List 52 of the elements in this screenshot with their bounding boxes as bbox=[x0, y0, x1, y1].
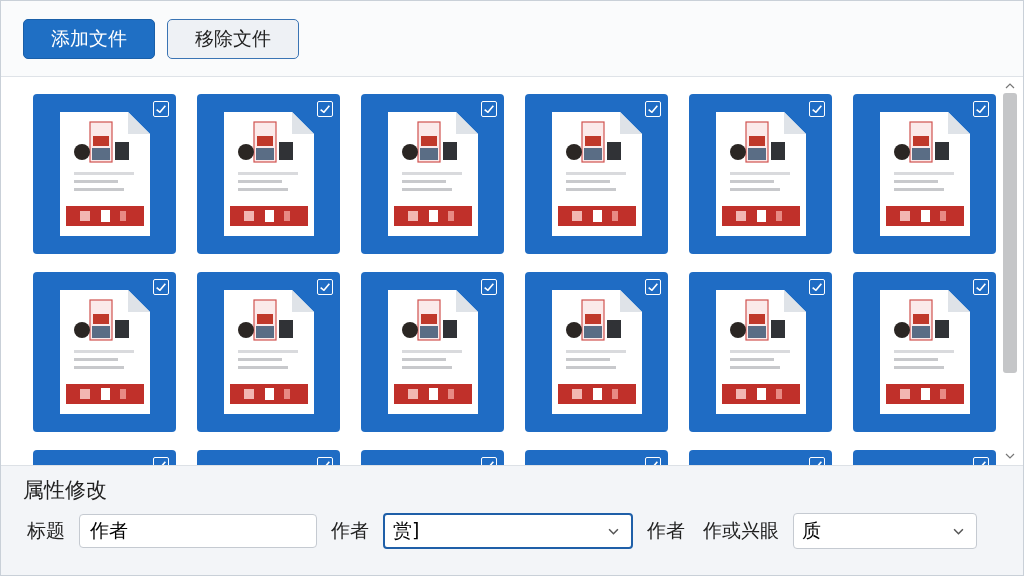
file-tile[interactable] bbox=[689, 94, 832, 254]
file-tile[interactable] bbox=[853, 272, 996, 432]
checkbox[interactable] bbox=[153, 279, 169, 295]
checkbox[interactable] bbox=[481, 279, 497, 295]
toolbar-button[interactable]: 移除文件 bbox=[167, 18, 299, 59]
checkbox[interactable] bbox=[973, 279, 989, 295]
section-title: 属性修改 bbox=[23, 477, 108, 504]
checkmark-icon bbox=[812, 105, 822, 113]
checkmark-icon bbox=[484, 105, 494, 113]
checkbox[interactable] bbox=[153, 101, 169, 117]
checkmark-icon bbox=[976, 283, 986, 291]
checkmark-icon bbox=[976, 105, 986, 113]
checkbox[interactable] bbox=[973, 101, 989, 117]
checkmark-icon bbox=[648, 283, 658, 291]
text-field[interactable]: 作者 bbox=[79, 514, 317, 548]
checkmark-icon bbox=[648, 105, 658, 113]
checkmark-icon bbox=[484, 283, 494, 291]
field-label: 作者 bbox=[647, 518, 685, 543]
checkbox[interactable] bbox=[645, 279, 661, 295]
checkbox[interactable] bbox=[645, 101, 661, 117]
caret-icon bbox=[608, 527, 619, 535]
field-label: 作或兴眼 bbox=[703, 518, 779, 543]
scrollbar[interactable] bbox=[1001, 83, 1019, 459]
file-tile[interactable] bbox=[853, 94, 996, 254]
file-tile[interactable] bbox=[361, 272, 504, 432]
field-label: 作者 bbox=[331, 518, 369, 543]
file-tile[interactable] bbox=[33, 94, 176, 254]
file-tile[interactable] bbox=[361, 94, 504, 254]
checkbox[interactable] bbox=[317, 279, 333, 295]
dropdown[interactable]: 质 bbox=[793, 513, 977, 549]
file-tile[interactable] bbox=[197, 94, 340, 254]
checkbox[interactable] bbox=[481, 101, 497, 117]
field-label: 标题 bbox=[27, 518, 65, 543]
checkmark-icon bbox=[320, 105, 330, 113]
file-tile[interactable] bbox=[525, 272, 668, 432]
checkbox[interactable] bbox=[317, 101, 333, 117]
scroll-thumb[interactable] bbox=[1003, 93, 1017, 373]
caret-icon bbox=[953, 527, 964, 535]
dropdown[interactable]: 赏] bbox=[383, 513, 633, 549]
checkmark-icon bbox=[156, 283, 166, 291]
scroll-up-icon[interactable] bbox=[1005, 83, 1015, 89]
scroll-down-icon[interactable] bbox=[1005, 453, 1015, 459]
file-tile[interactable] bbox=[525, 94, 668, 254]
checkbox[interactable] bbox=[809, 279, 825, 295]
checkmark-icon bbox=[320, 283, 330, 291]
file-tile[interactable] bbox=[33, 272, 176, 432]
file-tile[interactable] bbox=[197, 272, 340, 432]
file-tile[interactable] bbox=[689, 272, 832, 432]
checkmark-icon bbox=[812, 283, 822, 291]
toolbar-button[interactable]: 添加文件 bbox=[23, 18, 155, 59]
checkmark-icon bbox=[156, 105, 166, 113]
checkbox[interactable] bbox=[809, 101, 825, 117]
